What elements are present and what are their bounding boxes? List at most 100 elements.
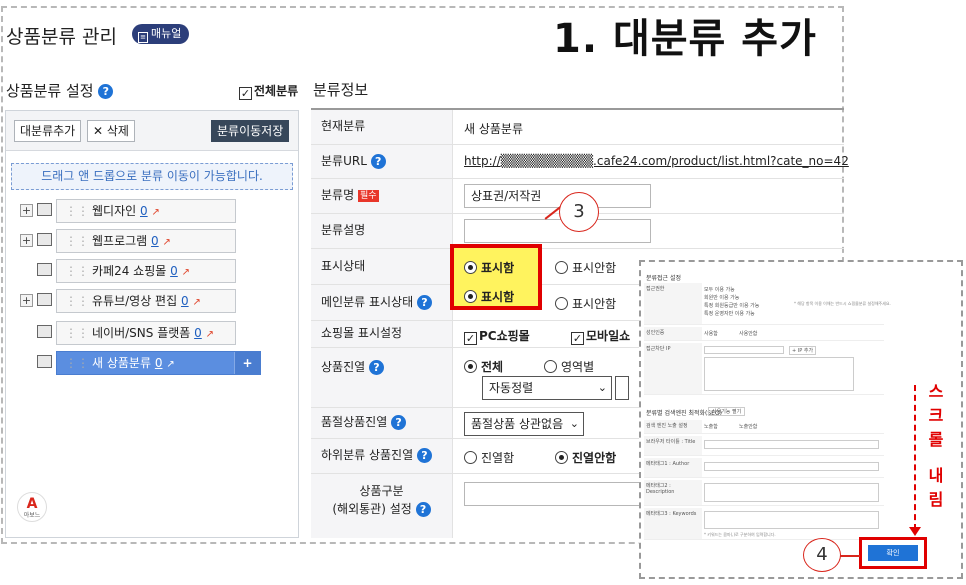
scroll-char: 림 — [928, 490, 944, 509]
drag-handle-icon[interactable]: ⋮⋮ — [65, 234, 89, 248]
sub-on-option[interactable]: 진열함 — [464, 449, 514, 466]
help-icon[interactable]: ? — [370, 154, 386, 169]
overlay-seo-button[interactable]: 사용기능 펼기 — [708, 407, 746, 416]
overlay-ip-list[interactable] — [704, 357, 854, 391]
main-display-on-option[interactable]: 표시함 — [464, 288, 514, 305]
external-link-icon[interactable]: ↗ — [192, 297, 200, 308]
help-icon[interactable]: ? — [415, 502, 431, 517]
radio-icon[interactable] — [544, 360, 557, 373]
category-count[interactable]: 0 — [140, 204, 148, 218]
overlay-desc-label: 메타태그2 : Description — [644, 480, 702, 505]
radio-selected-icon[interactable] — [555, 451, 568, 464]
drag-handle-icon[interactable]: ⋮⋮ — [65, 204, 89, 218]
help-icon[interactable]: ? — [98, 84, 114, 99]
external-link-icon[interactable]: ↗ — [166, 359, 174, 370]
category-desc-input[interactable] — [464, 219, 651, 243]
arrange-order-select[interactable] — [615, 376, 629, 400]
overlay-access-option[interactable]: 회원만 이용 가능 — [704, 294, 759, 302]
sub-off-option[interactable]: 진열안함 — [555, 449, 616, 466]
external-link-icon[interactable]: ↗ — [163, 237, 171, 248]
manual-button[interactable]: ≡ 매뉴얼 — [132, 24, 190, 44]
category-count[interactable]: 0 — [151, 234, 159, 248]
scroll-down-annotation: 스 크 롤 내 림 — [924, 380, 948, 512]
arrange-area-option[interactable]: 영역별 — [544, 358, 594, 375]
tree-node[interactable]: ⋮⋮ 카페24 쇼핑몰 0 ↗ — [56, 259, 236, 283]
category-count[interactable]: 0 — [155, 356, 163, 370]
arrange-select[interactable]: 자동정렬 ⌄ — [482, 376, 612, 400]
overlay-ip-row: 접근차단 IP + IP 추가 — [644, 343, 884, 395]
tree-node[interactable]: ⋮⋮ 네이버/SNS 플랫폼 0 ↗ — [56, 321, 236, 345]
overlay-ip-input[interactable] — [704, 346, 784, 354]
help-icon[interactable]: ? — [416, 448, 432, 463]
help-icon[interactable]: ? — [391, 415, 407, 430]
radio-icon[interactable] — [555, 297, 568, 310]
arrange-all-option[interactable]: 전체 — [464, 358, 503, 375]
category-name: 웹프로그램 — [92, 234, 148, 248]
tree-node[interactable]: ⋮⋮ 유튜브/영상 편집 0 ↗ — [56, 289, 236, 313]
overlay-title-input[interactable] — [704, 440, 879, 449]
add-top-category-button[interactable]: 대분류추가 — [14, 120, 82, 142]
tree-node[interactable]: ⋮⋮ 웹프로그램 0 ↗ — [56, 229, 236, 253]
radio-selected-icon[interactable] — [464, 261, 477, 274]
main-on-label: 표시함 — [481, 290, 515, 304]
confirm-button[interactable]: 확인 — [868, 545, 918, 561]
overlay-author-row: 메타태그1 : Author — [644, 458, 884, 478]
overlay-keywords-textarea[interactable] — [704, 511, 879, 529]
expand-icon[interactable]: + — [20, 294, 33, 307]
overlay-access-options[interactable]: 모두 이용 가능 회원만 이용 가능 특정 회원등급만 이용 가능 특정 운영자… — [704, 286, 759, 318]
drag-handle-icon[interactable]: ⋮⋮ — [65, 294, 89, 308]
tree-node[interactable]: ⋮⋮ 웹디자인 0 ↗ — [56, 199, 236, 223]
display-on-option[interactable]: 표시함 — [464, 259, 514, 276]
drag-handle-icon[interactable]: ⋮⋮ — [65, 264, 89, 278]
drag-handle-icon[interactable]: ⋮⋮ — [65, 326, 89, 340]
external-link-icon[interactable]: ↗ — [151, 207, 159, 218]
goods-type-input[interactable] — [464, 482, 644, 506]
required-badge: 필수 — [357, 190, 379, 202]
drag-drop-hint: 드래그 앤 드롭으로 분류 이동이 가능합니다. — [11, 163, 293, 190]
radio-selected-icon[interactable] — [464, 360, 477, 373]
main-display-off-option[interactable]: 표시안함 — [555, 295, 616, 312]
external-link-icon[interactable]: ↗ — [182, 267, 190, 278]
soldout-select[interactable]: 품절상품 상관없음 ⌄ — [464, 412, 584, 436]
sub-label-text: 하위분류 상품진열 — [321, 448, 414, 462]
checkbox-checked-icon[interactable]: ✓ — [571, 332, 584, 345]
overlay-access-option[interactable]: 특정 운영자만 이용 가능 — [704, 310, 759, 318]
category-count[interactable]: 0 — [170, 264, 178, 278]
expand-icon[interactable]: + — [20, 234, 33, 247]
radio-icon[interactable] — [464, 451, 477, 464]
arrow-down-icon — [909, 527, 921, 536]
arrange-all-label: 전체 — [481, 360, 504, 374]
folder-icon — [37, 355, 52, 368]
expand-icon[interactable]: + — [20, 204, 33, 217]
external-link-icon[interactable]: ↗ — [206, 329, 214, 340]
overlay-adult-on[interactable]: 사용함 — [704, 330, 718, 337]
help-icon[interactable]: ? — [416, 295, 432, 310]
tree-node-selected[interactable]: ⋮⋮ 새 상품분류 0 ↗ + — [56, 351, 261, 375]
overlay-adult-off[interactable]: 사용안함 — [739, 330, 757, 337]
overlay-access-option[interactable]: 모두 이용 가능 — [704, 286, 759, 294]
overlay-seo-expose-on[interactable]: 노출함 — [704, 423, 718, 430]
checkbox-checked-icon[interactable]: ✓ — [239, 87, 252, 100]
help-icon[interactable]: ? — [369, 360, 384, 375]
overlay-access-row: 접근권한 모두 이용 가능 회원만 이용 가능 특정 회원등급만 이용 가능 특… — [644, 283, 891, 325]
delete-button[interactable]: ✕ 삭제 — [87, 120, 135, 142]
checkbox-checked-icon[interactable]: ✓ — [464, 332, 477, 345]
all-category-toggle[interactable]: ✓ 전체분류 — [239, 82, 298, 100]
radio-selected-icon[interactable] — [464, 290, 477, 303]
overlay-desc-textarea[interactable] — [704, 483, 879, 502]
overlay-seo-expose-off[interactable]: 노출안함 — [739, 423, 757, 430]
overlay-ip-add-button[interactable]: + IP 추가 — [789, 346, 817, 355]
mobile-mall-option[interactable]: ✓ 모바일쇼 — [571, 327, 630, 345]
category-url-link[interactable]: http://▒▒▒▒▒▒▒▒▒▒.cafe24.com/product/lis… — [464, 154, 849, 168]
add-subcategory-button[interactable]: + — [234, 352, 260, 374]
category-count[interactable]: 0 — [181, 294, 189, 308]
drag-handle-icon[interactable]: ⋮⋮ — [65, 356, 89, 370]
move-save-button[interactable]: 분류이동저장 — [211, 120, 290, 142]
pc-mall-option[interactable]: ✓ PC쇼핑몰 — [464, 327, 530, 345]
category-name-input[interactable]: 상표권/저작권 — [464, 184, 651, 208]
category-count[interactable]: 0 — [194, 326, 202, 340]
overlay-access-option[interactable]: 특정 회원등급만 이용 가능 — [704, 302, 759, 310]
overlay-author-input[interactable] — [704, 462, 879, 471]
display-off-option[interactable]: 표시안함 — [555, 259, 616, 276]
radio-icon[interactable] — [555, 261, 568, 274]
